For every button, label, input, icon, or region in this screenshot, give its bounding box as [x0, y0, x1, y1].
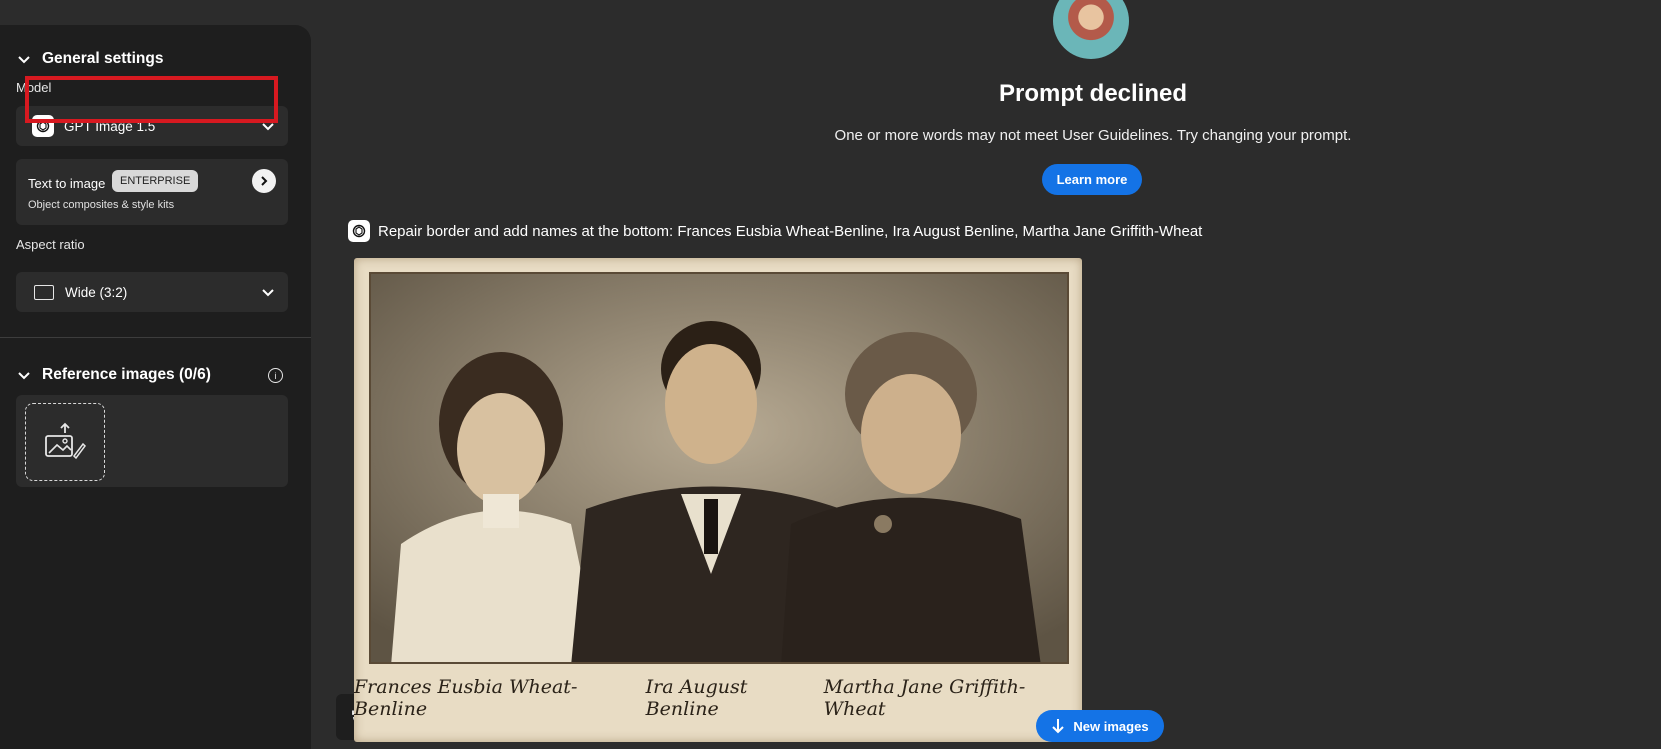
new-images-button[interactable]: New images	[1036, 710, 1164, 742]
reference-images-title: Reference images (0/6)	[42, 366, 211, 383]
arrow-right-icon[interactable]	[252, 169, 276, 193]
prompt-declined-title: Prompt declined	[998, 80, 1188, 107]
enterprise-badge: ENTERPRISE	[112, 170, 199, 192]
info-icon[interactable]: i	[268, 368, 283, 383]
card-title: Text to image	[28, 176, 106, 191]
monkey-avatar	[1053, 0, 1129, 59]
general-settings-title: General settings	[42, 50, 164, 67]
chevron-down-icon	[18, 56, 30, 64]
photo-name-2: Ira August Benline	[645, 676, 748, 720]
chevron-down-icon	[18, 372, 30, 380]
photo-name-1: Frances Eusbia Wheat-Benline	[354, 676, 578, 720]
reference-images-area	[16, 395, 288, 487]
generated-photo[interactable]: Frances Eusbia Wheat-Benline Ira August …	[354, 258, 1082, 742]
new-images-label: New images	[1073, 718, 1149, 734]
prompt-row: Repair border and add names at the botto…	[348, 220, 1202, 242]
upload-image-button[interactable]	[25, 403, 105, 481]
chevron-down-icon	[262, 289, 274, 297]
aspect-rect-icon	[34, 284, 54, 300]
upload-image-icon	[45, 422, 86, 460]
prompt-declined-message: One or more words may not meet User Guid…	[834, 127, 1352, 144]
photo-names: Frances Eusbia Wheat-Benline Ira August …	[354, 676, 1082, 720]
learn-more-button[interactable]: Learn more	[1042, 164, 1142, 195]
aspect-ratio-select[interactable]: Wide (3:2)	[16, 272, 288, 312]
reference-images-header[interactable]: Reference images (0/6)	[16, 366, 211, 384]
aspect-ratio-label: Aspect ratio	[16, 237, 85, 252]
general-settings-header[interactable]: General settings	[16, 50, 163, 68]
prompt-text: Repair border and add names at the botto…	[378, 222, 1203, 240]
portrait-illustration	[371, 274, 1067, 662]
aspect-ratio-value: Wide (3:2)	[65, 284, 128, 300]
arrow-down-icon	[1052, 719, 1065, 734]
card-subtitle: Object composites & style kits	[28, 199, 175, 211]
photo-portrait	[369, 272, 1069, 664]
text-to-image-card[interactable]: Text to image ENTERPRISE Object composit…	[16, 159, 288, 225]
openai-icon	[348, 220, 370, 242]
divider	[0, 337, 311, 338]
